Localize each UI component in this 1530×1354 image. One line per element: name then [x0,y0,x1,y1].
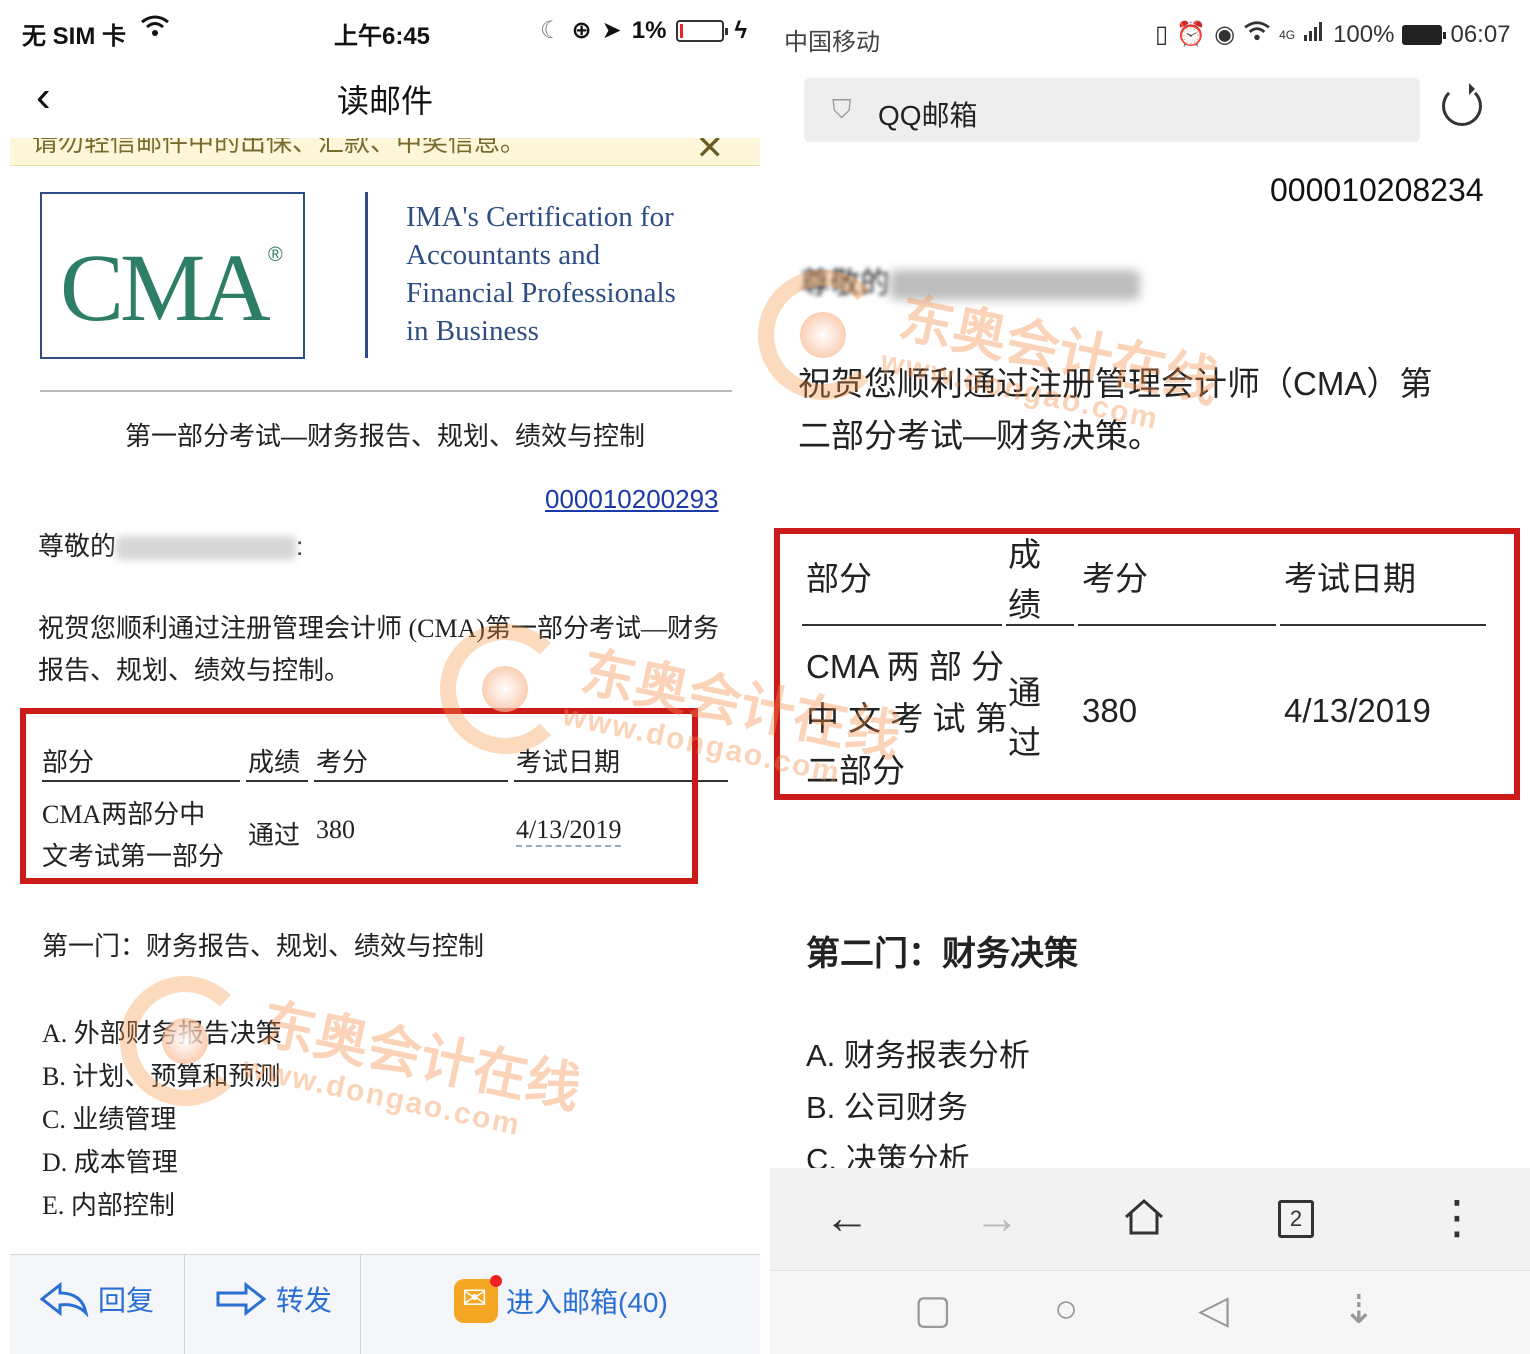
inbox-label: 进入邮箱(40) [506,1287,668,1318]
tagline-line: in Business [406,315,539,347]
forward-arrow-icon [216,1281,267,1317]
highlight-box [774,528,1520,800]
status-bar: 无 SIM 卡 上午6:45 ☾ ⊕ ➤ 1% ϟ [0,0,770,62]
greeting: 尊敬的 [800,258,1140,302]
redacted-name [116,536,297,561]
topic-list: A. 财务报表分析 B. 公司财务 C. 决策分析 [806,1030,1030,1186]
forward-button[interactable]: 转发 [214,1279,332,1319]
page-title: QQ邮箱 [878,100,978,131]
tagline-line: Accountants and [406,239,601,271]
mail-icon [454,1275,502,1323]
address-bar[interactable]: ⛉ QQ邮箱 [804,78,1420,142]
cma-logo: CMA [60,234,271,341]
congrats-text: 祝贺您顺利通过注册管理会计师 (CMA)第一部分考试—财务报告、规划、绩效与控制… [38,614,720,685]
battery-icon [1402,24,1447,45]
congrats-line: 祝贺您顺利通过注册管理会计师（CMA）第 [798,365,1433,402]
security-warning-banner: 请勿轻信邮件中的出保、汇款、中奖信息。 ✕ [10,138,760,166]
signal-icon [1303,20,1325,49]
tagline-line: Financial Professionals [406,277,676,309]
battery-percent: 100% [1333,20,1395,48]
status-bar: 中国移动 ▯ ⏰ ◉ 4G 100% 06:07 [770,0,1530,64]
header-divider [40,390,732,392]
more-vertical-icon[interactable]: ⋮ [1434,1190,1480,1244]
list-item: E. 内部控制 [42,1191,175,1220]
greeting-prefix: 尊敬的 [800,267,890,300]
highlight-box [20,708,698,884]
reply-arrow-icon [40,1281,89,1317]
page-title: 读邮件 [336,83,433,119]
battery-percent: 1% [631,16,667,44]
recent-apps-icon[interactable]: ▢ [914,1287,952,1333]
list-item: D. 成本管理 [42,1148,178,1177]
eye-comfort-icon: ◉ [1214,21,1236,48]
network-type: 4G [1279,27,1296,42]
alarm-icon: ⏰ [1176,21,1207,48]
greeting-suffix: : [296,531,304,561]
mail-toolbar: 回复 转发 进入邮箱(40) [10,1254,760,1354]
reference-number: 000010208234 [1270,172,1484,208]
logo-divider [365,192,368,358]
subject-title: 第二门：财务决策 [806,935,1078,973]
right-phone-screen: 中国移动 ▯ ⏰ ◉ 4G 100% 06:07 ⛉ QQ邮箱 00001020… [770,0,1530,1354]
greeting-prefix: 尊敬的 [38,531,117,561]
forward-label: 转发 [276,1285,333,1316]
redacted-name [890,270,1140,301]
carrier-label: 无 SIM 卡 [22,23,127,50]
wifi-icon [140,14,170,45]
reply-button[interactable]: 回复 [40,1279,154,1319]
back-triangle-icon[interactable]: ◁ [1198,1287,1229,1333]
warning-text: 请勿轻信邮件中的出保、汇款、中奖信息。 [32,138,527,157]
clock: 06:07 [1450,20,1511,48]
charging-icon: ϟ [734,16,748,44]
notification-pull-icon[interactable]: ⇣ [1342,1287,1376,1333]
open-inbox-button[interactable]: 进入邮箱(40) [454,1275,668,1323]
moon-icon: ☾ [540,17,562,44]
rotation-lock-icon: ⊕ [571,17,592,44]
list-item: C. 业绩管理 [42,1105,177,1134]
browser-toolbar: ← → 2 ⋮ [770,1168,1530,1270]
topic-list: A. 外部财务报告决策 B. 计划、预算和预测 C. 业绩管理 D. 成本管理 … [42,1012,282,1227]
cma-tagline: IMA's Certification for Accountants and … [406,198,676,350]
subject-title: 第一门：财务报告、规划、绩效与控制 [42,931,485,961]
wifi-icon [1243,20,1271,49]
vibrate-icon: ▯ [1155,21,1169,48]
exam-title: 第一部分考试—财务报告、规划、绩效与控制 [124,421,645,451]
list-item: B. 公司财务 [806,1090,968,1125]
tagline-line: IMA's Certification for [406,201,674,233]
list-item: B. 计划、预算和预测 [42,1062,281,1091]
toolbar-divider [184,1255,185,1354]
home-icon[interactable] [1122,1194,1166,1248]
left-phone-screen: 无 SIM 卡 上午6:45 ☾ ⊕ ➤ 1% ϟ ‹ 读邮件 请勿轻信邮件中的… [0,0,770,1354]
greeting: 尊敬的: [38,526,303,563]
cma-logo-box: CMA ® [40,192,305,359]
nav-bar: ‹ 读邮件 [0,62,770,138]
tab-count-button[interactable]: 2 [1278,1200,1314,1238]
home-circle-icon[interactable]: ○ [1054,1287,1078,1332]
reload-icon[interactable] [1442,83,1482,126]
forward-arrow-icon[interactable]: → [974,1190,1020,1244]
shield-check-icon: ⛉ [832,94,852,124]
list-item: A. 财务报表分析 [806,1038,1030,1073]
congrats-text: 祝贺您顺利通过注册管理会计师（CMA）第 二部分考试—财务决策。 [798,358,1498,462]
list-item: A. 外部财务报告决策 [42,1019,282,1048]
registered-mark: ® [268,244,283,266]
toolbar-divider [360,1255,361,1354]
carrier-label: 中国移动 [784,29,880,56]
reply-label: 回复 [98,1285,155,1316]
system-nav-bar: ▢ ○ ◁ ⇣ [770,1270,1530,1354]
congrats-line: 二部分考试—财务决策。 [798,417,1161,454]
battery-icon [676,19,729,42]
reference-number-link[interactable]: 000010200293 [545,484,719,515]
close-icon[interactable]: ✕ [696,138,725,165]
back-arrow-icon[interactable]: ← [824,1190,870,1244]
clock: 上午6:45 [334,23,431,50]
location-icon: ➤ [601,17,622,44]
